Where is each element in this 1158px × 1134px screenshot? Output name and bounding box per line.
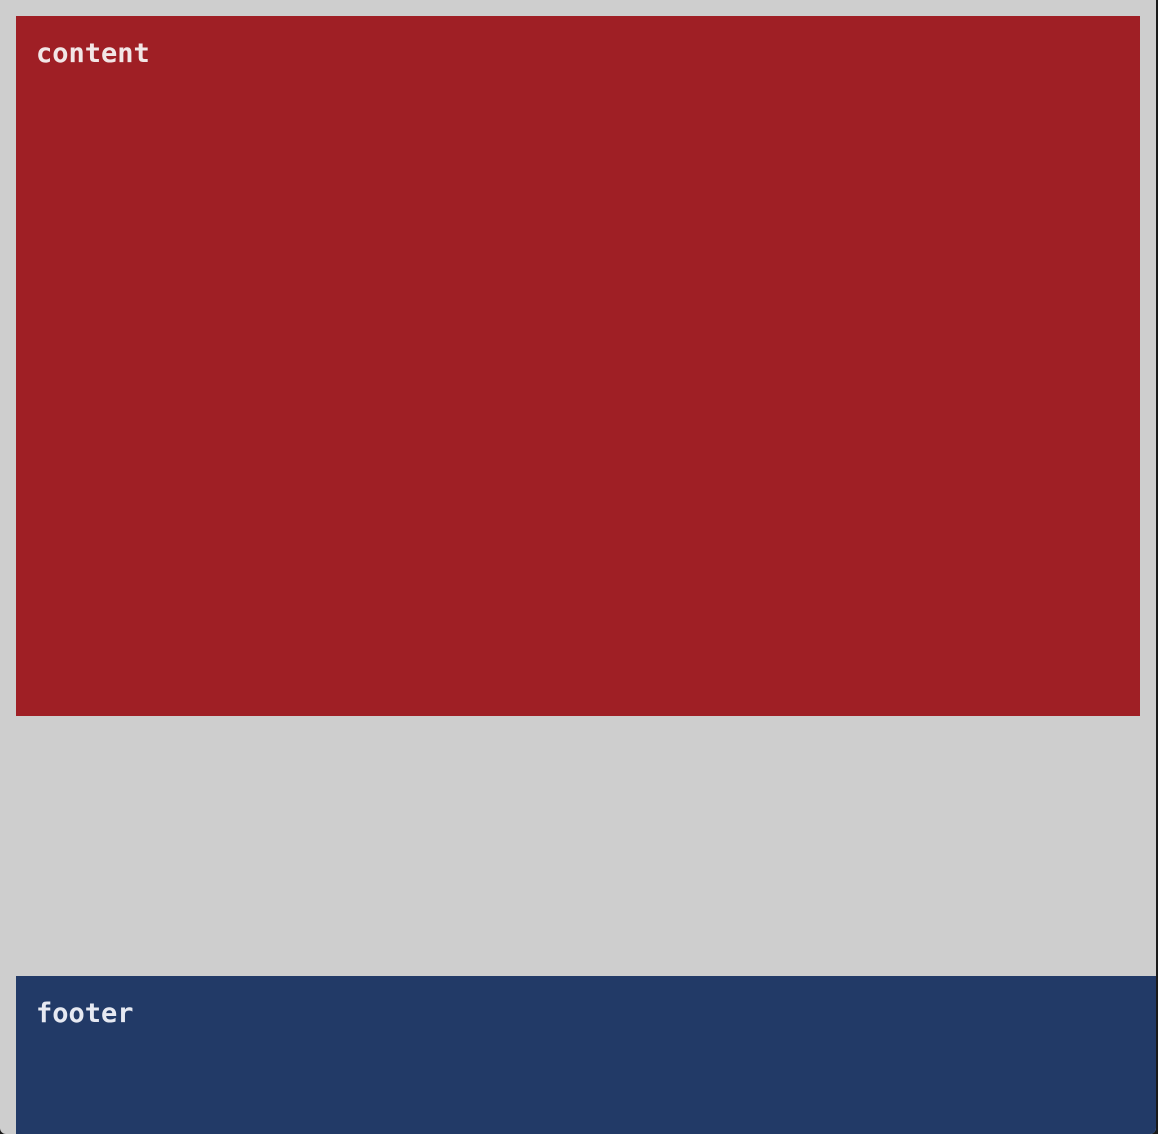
footer-label: footer xyxy=(36,998,134,1029)
content-region: content xyxy=(16,16,1140,716)
footer-region: footer xyxy=(16,976,1156,1134)
content-label: content xyxy=(36,38,150,69)
page-frame: content footer xyxy=(0,0,1156,1134)
